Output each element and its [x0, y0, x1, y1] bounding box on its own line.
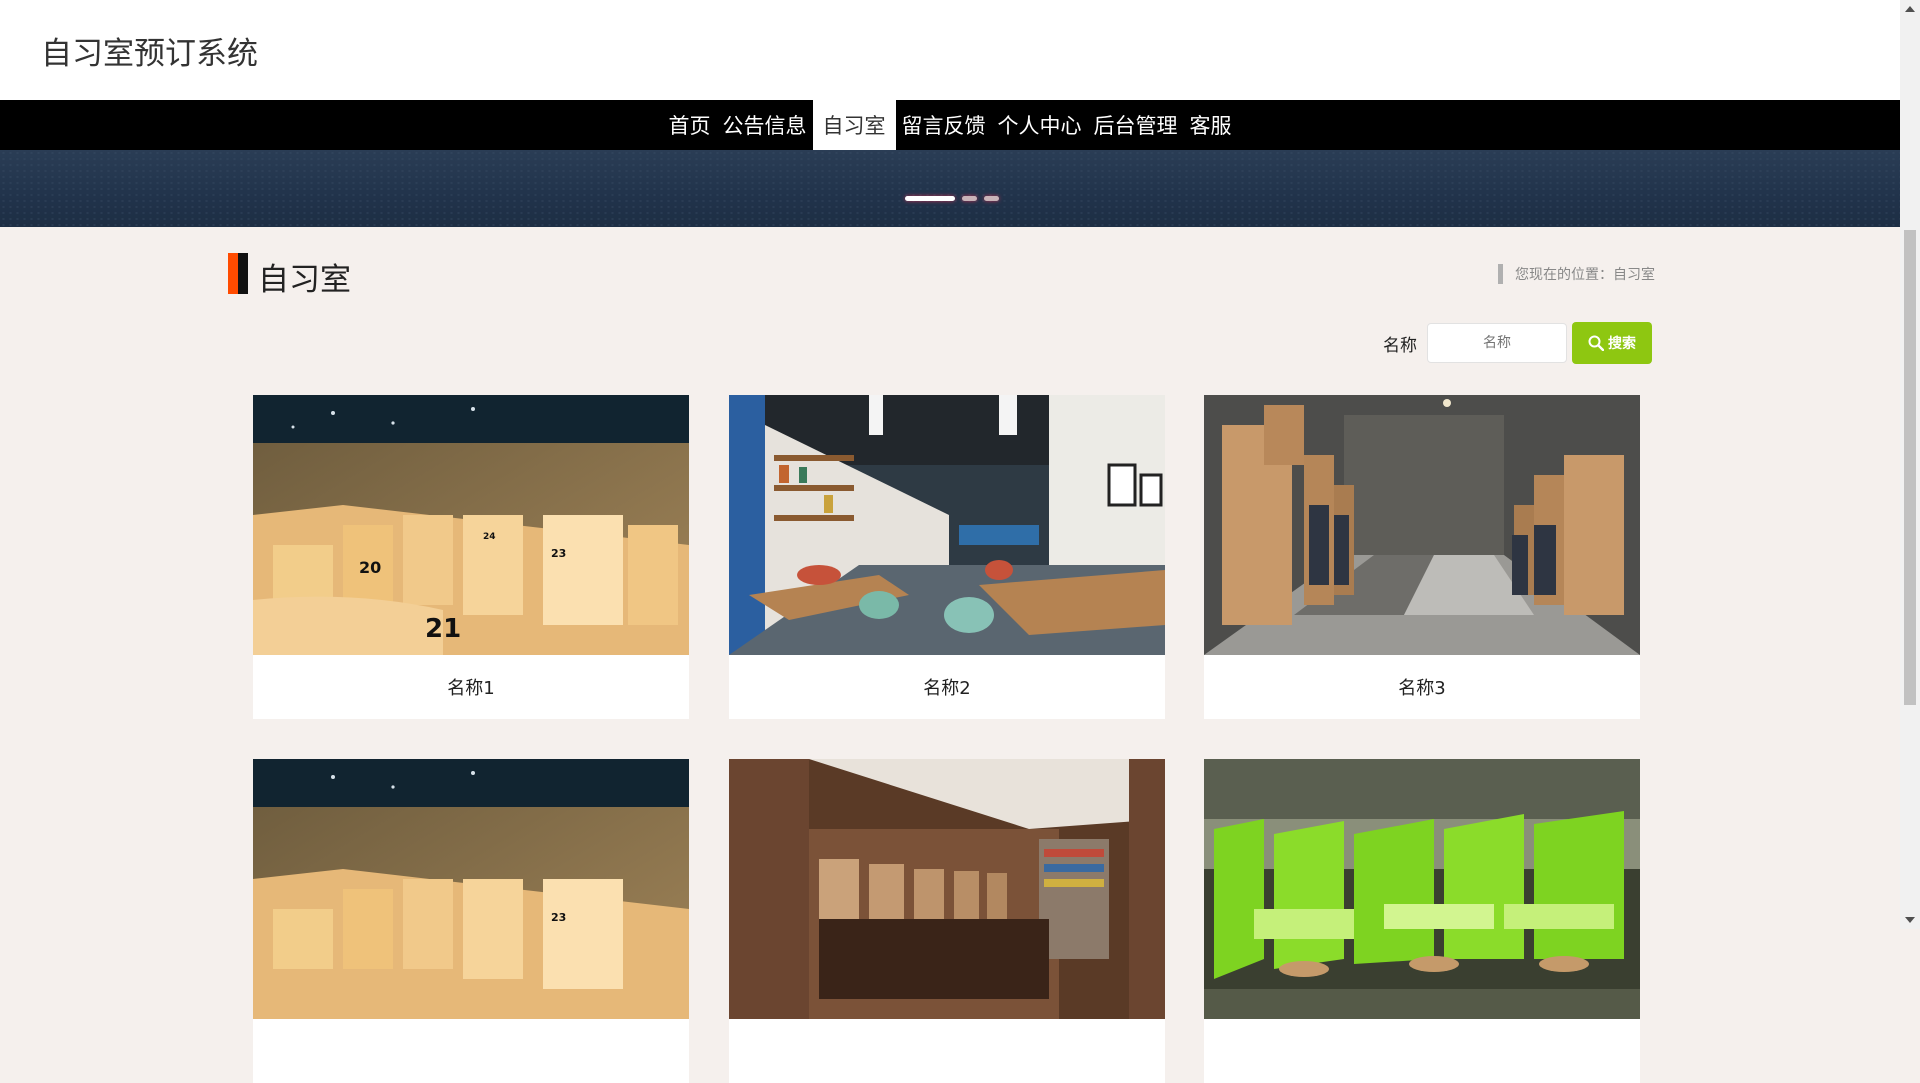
room-image-study-booths[interactable]: 21 20 23 24 — [253, 395, 689, 655]
svg-text:20: 20 — [359, 558, 381, 577]
scroll-up-arrow-icon[interactable] — [1905, 6, 1915, 12]
carousel-dot-1[interactable] — [905, 196, 955, 201]
svg-text:21: 21 — [425, 614, 461, 644]
section-title-marker — [228, 253, 248, 294]
main-nav: 首页 公告信息 自习室 留言反馈 个人中心 后台管理 客服 — [0, 100, 1900, 150]
room-card[interactable]: 21 20 23 24 名称1 — [253, 395, 689, 719]
room-name[interactable] — [729, 1019, 1165, 1083]
room-card[interactable] — [1204, 759, 1640, 1083]
nav-item-feedback[interactable]: 留言反馈 — [896, 100, 992, 150]
nav-item-customer-service[interactable]: 客服 — [1184, 100, 1238, 150]
scrollbar-thumb[interactable] — [1904, 230, 1916, 705]
room-name[interactable]: 名称3 — [1204, 655, 1640, 719]
scroll-down-arrow-icon[interactable] — [1905, 917, 1915, 923]
room-card[interactable]: 名称3 — [1204, 395, 1640, 719]
search-button-label: 搜索 — [1608, 336, 1636, 352]
header: 自习室预订系统 — [0, 0, 1900, 100]
room-card[interactable] — [729, 759, 1165, 1083]
room-name[interactable] — [253, 1019, 689, 1083]
nav-item-home[interactable]: 首页 — [663, 100, 717, 150]
carousel-indicators — [905, 196, 999, 201]
nav-item-study-rooms[interactable]: 自习室 — [812, 100, 896, 150]
room-name[interactable] — [1204, 1019, 1640, 1083]
nav-item-announcements[interactable]: 公告信息 — [717, 100, 813, 150]
breadcrumb: 您现在的位置：自习室 — [1498, 264, 1655, 284]
room-image-study-booths[interactable]: 23 — [253, 759, 689, 1019]
room-card[interactable]: 名称2 — [729, 395, 1165, 719]
page-scrollbar[interactable] — [1900, 0, 1920, 929]
search-label: 名称 — [1383, 335, 1417, 356]
site-title: 自习室预订系统 — [41, 36, 258, 72]
breadcrumb-marker — [1498, 264, 1503, 284]
svg-text:23: 23 — [551, 911, 566, 924]
carousel-dot-2[interactable] — [962, 196, 977, 201]
room-name[interactable]: 名称2 — [729, 655, 1165, 719]
room-image-cafe-style[interactable] — [729, 395, 1165, 655]
breadcrumb-text: 您现在的位置：自习室 — [1515, 267, 1655, 283]
carousel-dot-3[interactable] — [984, 196, 999, 201]
room-name[interactable]: 名称1 — [253, 655, 689, 719]
main-content: 自习室 您现在的位置：自习室 名称 搜索 — [0, 227, 1900, 1083]
banner-texture — [0, 150, 1900, 227]
nav-item-admin[interactable]: 后台管理 — [1088, 100, 1184, 150]
room-card[interactable]: 23 — [253, 759, 689, 1083]
search-input[interactable] — [1427, 323, 1567, 363]
nav-item-personal-center[interactable]: 个人中心 — [992, 100, 1088, 150]
room-image-green-booths[interactable] — [1204, 759, 1640, 1019]
search-icon — [1588, 335, 1604, 351]
search-bar: 名称 搜索 — [1383, 322, 1652, 364]
svg-text:24: 24 — [483, 532, 496, 542]
room-image-wooden-hall[interactable] — [729, 759, 1165, 1019]
search-button[interactable]: 搜索 — [1572, 322, 1652, 364]
banner-carousel — [0, 150, 1900, 227]
svg-text:23: 23 — [551, 547, 566, 560]
section-title: 自习室 — [258, 262, 351, 298]
room-image-gray-carrels[interactable] — [1204, 395, 1640, 655]
